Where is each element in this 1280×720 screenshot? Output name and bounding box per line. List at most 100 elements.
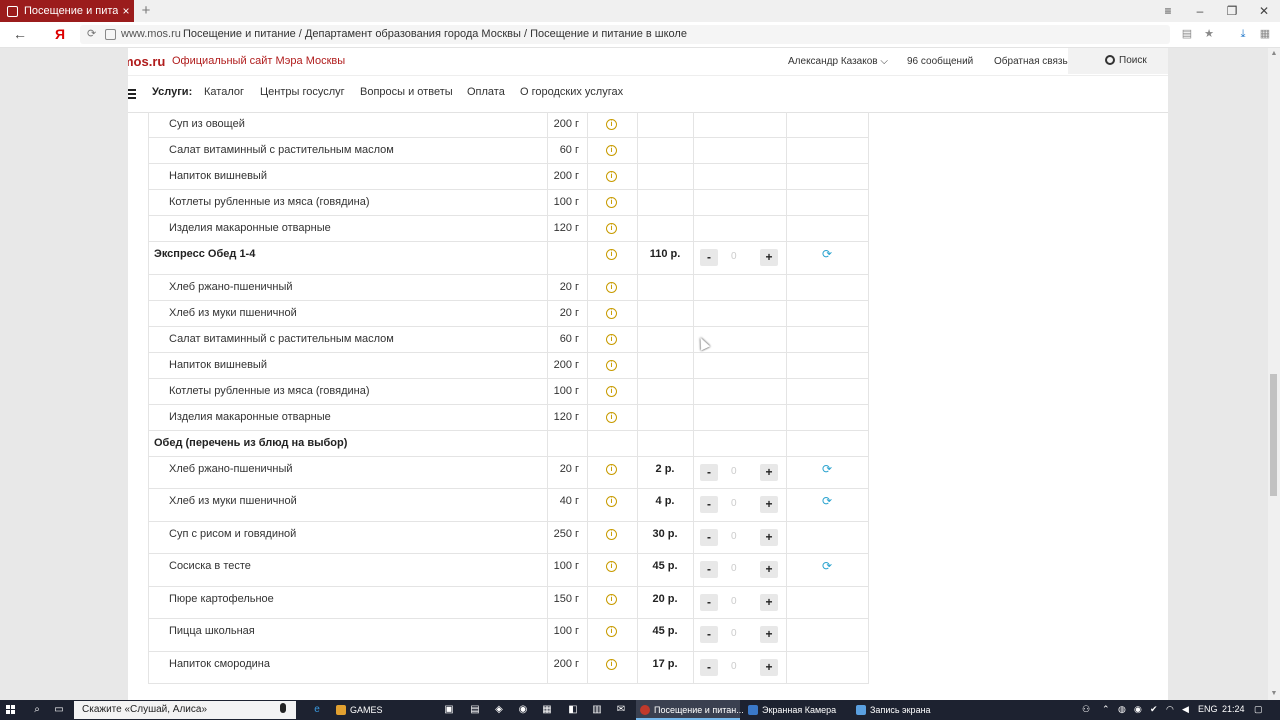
tray-chevron-icon[interactable]: ⌃ bbox=[1102, 704, 1110, 715]
nav-item-faq[interactable]: Вопросы и ответы bbox=[360, 86, 453, 98]
decrease-quantity-button[interactable]: - bbox=[700, 528, 718, 546]
decrease-quantity-button[interactable]: - bbox=[700, 496, 718, 513]
info-icon[interactable]: i bbox=[606, 496, 617, 507]
tab-close-icon[interactable]: × bbox=[118, 4, 134, 18]
app-icon[interactable]: ◈ bbox=[492, 703, 506, 717]
close-window-button[interactable]: ✕ bbox=[1248, 0, 1280, 22]
refresh-icon[interactable]: ⟳ bbox=[821, 495, 833, 507]
microphone-icon[interactable] bbox=[280, 703, 286, 713]
browser-tab[interactable]: Посещение и питание / × bbox=[0, 0, 134, 22]
increase-quantity-button[interactable]: + bbox=[760, 658, 778, 676]
taskbar-search-box[interactable]: Скажите «Слушай, Алиса» bbox=[74, 701, 296, 719]
info-icon[interactable]: i bbox=[606, 223, 617, 234]
messages-link[interactable]: 96 сообщений bbox=[907, 56, 973, 67]
lock-icon[interactable] bbox=[105, 29, 116, 40]
decrease-quantity-button[interactable]: - bbox=[700, 658, 718, 676]
mail-icon[interactable]: ✉ bbox=[614, 703, 628, 717]
scrollbar-thumb[interactable] bbox=[1270, 374, 1277, 496]
info-icon[interactable]: i bbox=[606, 145, 617, 156]
feedback-link[interactable]: Обратная связь bbox=[994, 56, 1068, 67]
search-button[interactable]: Поиск bbox=[1068, 48, 1168, 74]
decrease-quantity-button[interactable]: - bbox=[700, 249, 718, 266]
site-subtitle[interactable]: Официальный сайт Мэра Москвы bbox=[172, 55, 345, 67]
increase-quantity-button[interactable]: + bbox=[760, 528, 778, 546]
nav-item-catalog[interactable]: Каталог bbox=[204, 86, 244, 98]
notifications-icon[interactable]: ▢ bbox=[1254, 704, 1263, 715]
nav-item-centers[interactable]: Центры госуслуг bbox=[260, 86, 345, 98]
info-icon[interactable]: i bbox=[606, 658, 617, 670]
tray-app-icon[interactable]: ◉ bbox=[1134, 704, 1142, 715]
page-scrollbar[interactable]: ▲ ▼ bbox=[1268, 48, 1280, 700]
taskbar-app-recorder[interactable]: Запись экрана bbox=[852, 700, 960, 720]
app-icon[interactable]: ◉ bbox=[516, 703, 530, 717]
quantity-value[interactable]: 0 bbox=[731, 251, 737, 262]
edge-icon[interactable]: e bbox=[310, 703, 324, 717]
volume-icon[interactable]: ◀ bbox=[1182, 704, 1189, 715]
refresh-icon[interactable]: ⟳ bbox=[821, 560, 833, 572]
restore-button[interactable]: ❐ bbox=[1216, 0, 1248, 22]
yandex-logo-icon[interactable]: Я bbox=[50, 25, 70, 43]
info-icon[interactable]: i bbox=[606, 249, 617, 260]
info-icon[interactable]: i bbox=[606, 197, 617, 208]
quantity-value[interactable]: 0 bbox=[731, 466, 737, 477]
info-icon[interactable]: i bbox=[606, 463, 617, 475]
new-tab-button[interactable]: + bbox=[138, 2, 154, 20]
refresh-icon[interactable]: ⟳ bbox=[821, 463, 833, 475]
search-icon[interactable]: ⌕ bbox=[30, 703, 44, 717]
app-icon[interactable]: ◧ bbox=[566, 703, 580, 717]
downloads-icon[interactable]: ⤓ bbox=[1236, 27, 1250, 41]
quantity-value[interactable]: 0 bbox=[731, 563, 737, 574]
info-icon[interactable]: i bbox=[606, 307, 617, 319]
task-view-icon[interactable]: ▭ bbox=[52, 703, 66, 717]
scroll-down-arrow-icon[interactable]: ▼ bbox=[1270, 690, 1278, 698]
increase-quantity-button[interactable]: + bbox=[760, 249, 778, 266]
info-icon[interactable]: i bbox=[606, 119, 617, 130]
info-icon[interactable]: i bbox=[606, 593, 617, 605]
info-icon[interactable]: i bbox=[606, 281, 617, 293]
decrease-quantity-button[interactable]: - bbox=[700, 463, 718, 481]
bookmark-star-icon[interactable]: ★ bbox=[1202, 27, 1216, 41]
increase-quantity-button[interactable]: + bbox=[760, 496, 778, 513]
nav-item-payment[interactable]: Оплата bbox=[467, 86, 505, 98]
info-icon[interactable]: i bbox=[606, 333, 617, 345]
network-icon[interactable]: ◍ bbox=[1118, 704, 1126, 715]
taskbar-app-browser[interactable]: Посещение и питан... bbox=[636, 700, 744, 720]
info-icon[interactable]: i bbox=[606, 626, 617, 637]
refresh-icon[interactable]: ⟳ bbox=[821, 248, 833, 260]
tray-app-icon[interactable]: ✔ bbox=[1150, 704, 1158, 715]
windows-start-icon[interactable] bbox=[6, 705, 16, 715]
nav-item-about[interactable]: О городских услугах bbox=[520, 86, 623, 98]
clock[interactable]: 21:24 bbox=[1222, 704, 1245, 714]
quantity-value[interactable]: 0 bbox=[731, 661, 737, 672]
reader-mode-icon[interactable]: ▤ bbox=[1180, 27, 1194, 41]
app-icon[interactable]: ▦ bbox=[540, 703, 554, 717]
app-icon[interactable]: ▥ bbox=[590, 703, 604, 717]
reload-icon[interactable]: ⟳ bbox=[87, 27, 96, 40]
wifi-icon[interactable]: ◠ bbox=[1166, 704, 1174, 715]
decrease-quantity-button[interactable]: - bbox=[700, 593, 718, 611]
back-button[interactable]: ← bbox=[10, 25, 30, 43]
browser-menu-button[interactable]: ≡ bbox=[1152, 0, 1184, 22]
info-icon[interactable]: i bbox=[606, 561, 617, 572]
site-logo[interactable]: mos.ru bbox=[128, 54, 165, 69]
increase-quantity-button[interactable]: + bbox=[760, 463, 778, 481]
scroll-up-arrow-icon[interactable]: ▲ bbox=[1270, 50, 1278, 58]
taskbar-app-camera[interactable]: Экранная Камера bbox=[744, 700, 858, 720]
language-indicator[interactable]: ENG bbox=[1198, 704, 1218, 714]
hamburger-menu-icon[interactable] bbox=[128, 89, 136, 101]
increase-quantity-button[interactable]: + bbox=[760, 626, 778, 643]
info-icon[interactable]: i bbox=[606, 171, 617, 182]
increase-quantity-button[interactable]: + bbox=[760, 561, 778, 578]
url-field[interactable]: ⟳ www.mos.ru Посещение и питание / Депар… bbox=[80, 25, 1170, 44]
info-icon[interactable]: i bbox=[606, 411, 617, 423]
info-icon[interactable]: i bbox=[606, 359, 617, 371]
decrease-quantity-button[interactable]: - bbox=[700, 561, 718, 578]
taskbar-app-games[interactable]: GAMES bbox=[332, 700, 450, 720]
quantity-value[interactable]: 0 bbox=[731, 498, 737, 509]
quantity-value[interactable]: 0 bbox=[731, 628, 737, 639]
info-icon[interactable]: i bbox=[606, 528, 617, 540]
store-icon[interactable]: ▣ bbox=[442, 703, 456, 717]
increase-quantity-button[interactable]: + bbox=[760, 593, 778, 611]
user-menu[interactable]: Александр Казаков ⌵ bbox=[788, 56, 888, 67]
quantity-value[interactable]: 0 bbox=[731, 531, 737, 542]
